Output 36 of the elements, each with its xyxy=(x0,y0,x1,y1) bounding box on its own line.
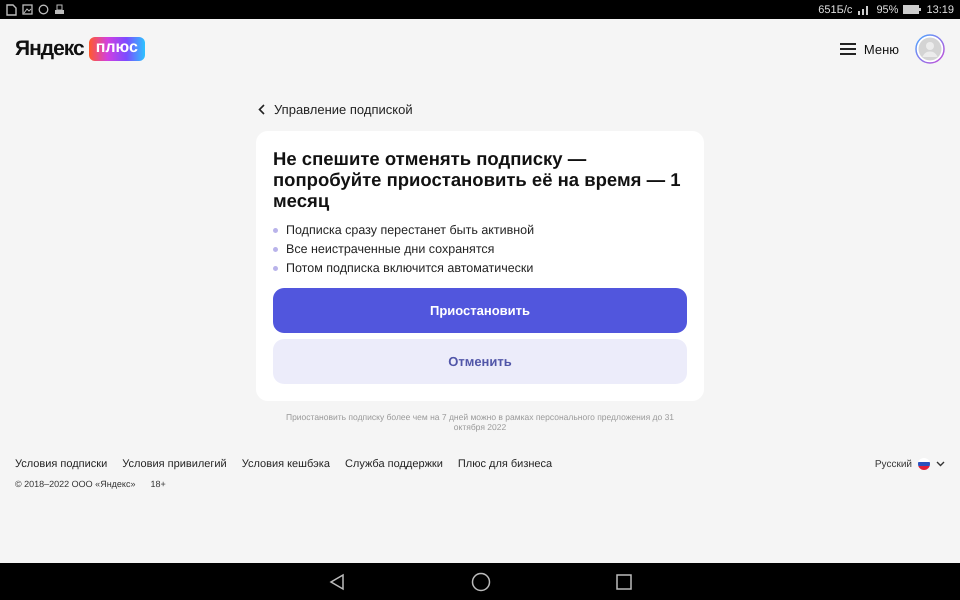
home-icon[interactable] xyxy=(471,572,491,592)
pause-button[interactable]: Приостановить xyxy=(273,288,687,333)
footer-link[interactable]: Условия кешбэка xyxy=(242,458,330,470)
footer-link[interactable]: Служба поддержки xyxy=(344,458,443,470)
chevron-left-icon xyxy=(258,104,265,115)
battery-percent: 95% xyxy=(876,4,898,16)
flag-icon xyxy=(918,458,930,470)
offer-note: Приостановить подписку более чем на 7 дней можно в рамках персонального предложения до 31 октября 2022 xyxy=(284,412,676,432)
bullet-text: Все неистраченные дни сохранятся xyxy=(286,242,494,256)
recents-icon[interactable] xyxy=(616,574,632,590)
copyright: © 2018–2022 ООО «Яндекс» xyxy=(15,479,136,489)
network-speed: 651Б/с xyxy=(818,4,852,16)
menu-icon xyxy=(840,43,856,55)
file-icon xyxy=(6,4,17,16)
logo-wordmark[interactable]: Яндекс xyxy=(15,37,84,61)
back-link[interactable]: Управление подпиской xyxy=(258,102,704,117)
back-icon[interactable] xyxy=(328,572,346,590)
chevron-down-icon xyxy=(936,461,945,467)
avatar-icon[interactable] xyxy=(915,34,945,64)
image-icon xyxy=(22,4,33,15)
bullet-icon xyxy=(273,246,278,252)
bullet-icon xyxy=(273,228,278,232)
age-rating: 18+ xyxy=(150,479,166,489)
bullet-text: Потом подписка включится автоматически xyxy=(286,261,534,275)
bullet-icon xyxy=(273,266,278,270)
menu-button[interactable]: Меню xyxy=(840,42,899,56)
language-selector[interactable]: Русский xyxy=(874,458,945,470)
clock: 13:19 xyxy=(926,4,954,16)
footer-link[interactable]: Условия подписки xyxy=(15,458,108,470)
card-title: Не спешите отменять подписку — попробуйте приостановить её на время — 1 месяц xyxy=(273,148,682,211)
footer-link[interactable]: Плюс для бизнеса xyxy=(458,458,552,470)
cancel-button[interactable]: Отменить xyxy=(273,339,687,384)
bullet-text: Подписка сразу перестанет быть активной xyxy=(286,223,534,237)
printer-icon xyxy=(54,4,65,15)
footer-link[interactable]: Условия привилегий xyxy=(122,458,227,470)
battery-icon xyxy=(903,5,922,14)
